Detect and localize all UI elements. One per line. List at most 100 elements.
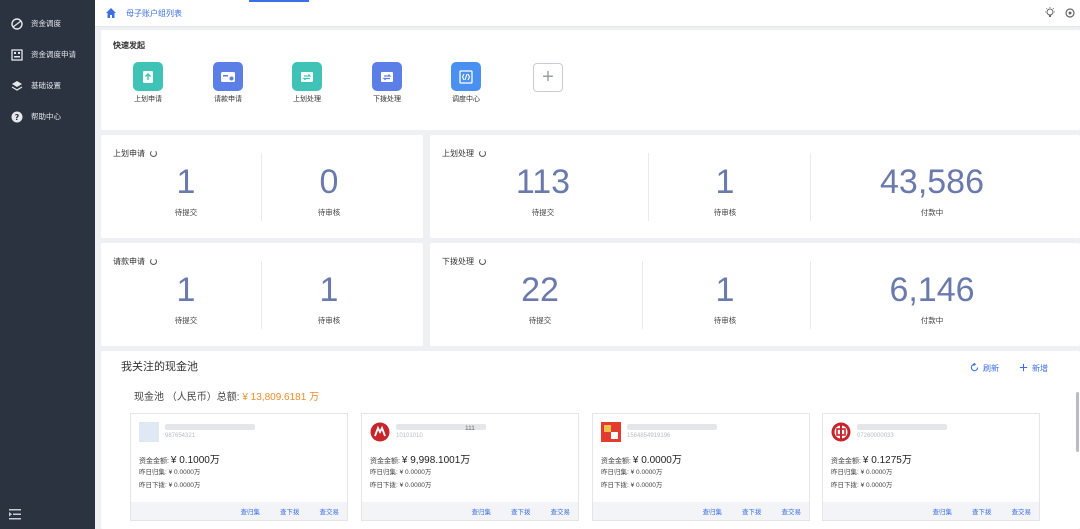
pool-total: 现金池 （人民币）总额: ¥ 13,809.6181 万 — [134, 388, 319, 403]
breadcrumb[interactable]: 母子账户组列表 — [126, 8, 182, 19]
yesterday-allocate-value: ¥ 0.0000万 — [168, 482, 201, 489]
quick-item-label: 下拨处理 — [373, 96, 401, 103]
stat-label: 付款中 — [920, 316, 944, 325]
scrollbar-thumb[interactable] — [1076, 392, 1079, 452]
view-collect-link[interactable]: 查归集 — [703, 506, 723, 516]
home-icon[interactable] — [105, 7, 118, 20]
masked-account-name — [165, 424, 255, 430]
yesterday-collect-value: ¥ 0.0000万 — [168, 469, 201, 476]
stat-cell[interactable]: 1 待审核 — [675, 269, 775, 326]
quick-item-label: 上划处理 — [293, 96, 321, 103]
stat-cell[interactable]: 1 待提交 — [136, 161, 236, 218]
refresh-button[interactable]: 刷新 — [970, 362, 999, 374]
stat-title-text: 请款申请 — [113, 257, 145, 266]
account-number: 07260000033 — [857, 433, 894, 439]
view-transactions-link[interactable]: 查交易 — [782, 506, 802, 516]
divider — [648, 153, 649, 221]
view-collect-link[interactable]: 查归集 — [933, 506, 953, 516]
stat-label: 付款中 — [920, 208, 944, 217]
yesterday-allocate-value: ¥ 0.0000万 — [399, 482, 432, 489]
refresh-icon[interactable] — [150, 258, 157, 265]
quick-launch-panel: 快速发起 上划申请 请款申请 上划处理 下拨处理 调度中心 + — [101, 30, 1080, 130]
active-tab-indicator — [249, 0, 309, 2]
stat-title: 上划处理 — [442, 148, 486, 159]
view-transactions-link[interactable]: 查交易 — [551, 506, 571, 516]
view-collect-link[interactable]: 查归集 — [241, 506, 261, 516]
stat-cell[interactable]: 22 待提交 — [490, 269, 590, 326]
stat-cell[interactable]: 113 待提交 — [493, 161, 593, 218]
bank-logo-icon — [370, 422, 390, 442]
view-allocate-link[interactable]: 查下拨 — [742, 506, 762, 516]
stat-cell[interactable]: 1 待审核 — [279, 269, 379, 326]
bank-logo-icon — [831, 422, 851, 442]
lightbulb-icon[interactable] — [1044, 7, 1056, 21]
refresh-icon[interactable] — [479, 258, 486, 265]
balance-value: ¥ 0.1000万 — [170, 455, 220, 466]
divider — [261, 261, 262, 329]
account-card[interactable]: 1564854919196 资金金额: ¥ 0.0000万 昨日归集: ¥ 0.… — [592, 413, 810, 521]
stat-value: 6,146 — [889, 271, 975, 309]
account-card[interactable]: 987654321 资金金额: ¥ 0.1000万 昨日归集: ¥ 0.0000… — [130, 413, 348, 521]
stat-card-up-handle: 上划处理 113 待提交 1 待审核 43,586 付款中 — [430, 135, 1080, 238]
refresh-icon[interactable] — [150, 150, 157, 157]
stat-cell[interactable]: 1 待审核 — [675, 161, 775, 218]
add-button[interactable]: 新增 — [1019, 363, 1048, 374]
stat-cell[interactable]: 1 待提交 — [136, 269, 236, 326]
sidebar-item-fund-dispatch[interactable]: 资金调度 — [0, 8, 95, 39]
quick-request-funds-button[interactable]: 请款申请 — [203, 62, 253, 104]
stat-card-down-handle: 下拨处理 22 待提交 1 待审核 6,146 付款中 — [430, 243, 1080, 346]
quick-launch-title: 快速发起 — [113, 41, 145, 50]
stat-title-text: 上划处理 — [442, 149, 474, 158]
yesterday-collect-value: ¥ 0.0000万 — [630, 469, 663, 476]
divider — [642, 261, 643, 329]
view-collect-link[interactable]: 查归集 — [472, 506, 492, 516]
quick-dispatch-center-button[interactable]: 调度中心 — [441, 62, 491, 104]
stat-value: 22 — [521, 271, 559, 309]
account-card[interactable]: 10101010 111 资金金额: ¥ 9,998.1001万 昨日归集: ¥… — [361, 413, 579, 521]
refresh-icon[interactable] — [479, 150, 486, 157]
help-icon: ? — [10, 110, 23, 123]
collapse-menu-icon[interactable] — [9, 509, 23, 521]
settings-icon[interactable] — [1064, 7, 1076, 21]
transfer-down-icon — [372, 62, 402, 91]
add-quick-item-button[interactable]: + — [533, 63, 563, 92]
masked-account-name — [857, 424, 947, 430]
view-allocate-link[interactable]: 查下拨 — [280, 506, 300, 516]
sidebar-item-label: 帮助中心 — [31, 112, 61, 121]
account-number: 1564854919196 — [627, 433, 671, 439]
sidebar-item-label: 资金调度申请 — [31, 50, 76, 59]
balance-label: 资金金额: — [601, 458, 631, 465]
quick-item-label: 上划申请 — [134, 96, 162, 103]
yesterday-collect-label: 昨日归集: — [831, 469, 859, 476]
stat-value: 1 — [176, 271, 196, 309]
bank-logo-icon — [601, 422, 621, 442]
stat-cell[interactable]: 43,586 付款中 — [852, 161, 1012, 218]
sidebar-item-basic-settings[interactable]: 基础设置 — [0, 70, 95, 101]
stat-value: 1 — [715, 271, 735, 309]
view-allocate-link[interactable]: 查下拨 — [511, 506, 531, 516]
stat-cell[interactable]: 6,146 付款中 — [852, 269, 1012, 326]
quick-up-apply-button[interactable]: 上划申请 — [123, 62, 173, 104]
sidebar-item-help[interactable]: ? 帮助中心 — [0, 101, 95, 132]
stat-cell[interactable]: 0 待审核 — [279, 161, 379, 218]
view-allocate-link[interactable]: 查下拨 — [972, 506, 992, 516]
pool-total-amount: ¥ 13,809.6181 万 — [242, 392, 320, 403]
svg-text:?: ? — [14, 113, 19, 122]
account-card[interactable]: 07260000033 资金金额: ¥ 0.1275万 昨日归集: ¥ 0.00… — [822, 413, 1040, 521]
quick-down-handle-button[interactable]: 下拨处理 — [362, 62, 412, 104]
sidebar-item-label: 基础设置 — [31, 81, 61, 90]
stat-label: 待审核 — [317, 208, 341, 217]
balance-value: ¥ 0.0000万 — [632, 455, 682, 466]
yesterday-allocate-value: ¥ 0.0000万 — [630, 482, 663, 489]
stat-title-text: 上划申请 — [113, 149, 145, 158]
view-transactions-link[interactable]: 查交易 — [1012, 506, 1032, 516]
top-bar: 母子账户组列表 — [95, 0, 1080, 27]
balance-value: ¥ 0.1275万 — [862, 455, 912, 466]
account-extra: 111 — [465, 425, 475, 432]
sidebar-item-fund-dispatch-apply[interactable]: 资金调度申请 — [0, 39, 95, 70]
stat-title: 上划申请 — [113, 148, 157, 159]
quick-up-handle-button[interactable]: 上划处理 — [282, 62, 332, 104]
divider — [261, 153, 262, 221]
add-label: 新增 — [1032, 364, 1048, 373]
view-transactions-link[interactable]: 查交易 — [320, 506, 340, 516]
